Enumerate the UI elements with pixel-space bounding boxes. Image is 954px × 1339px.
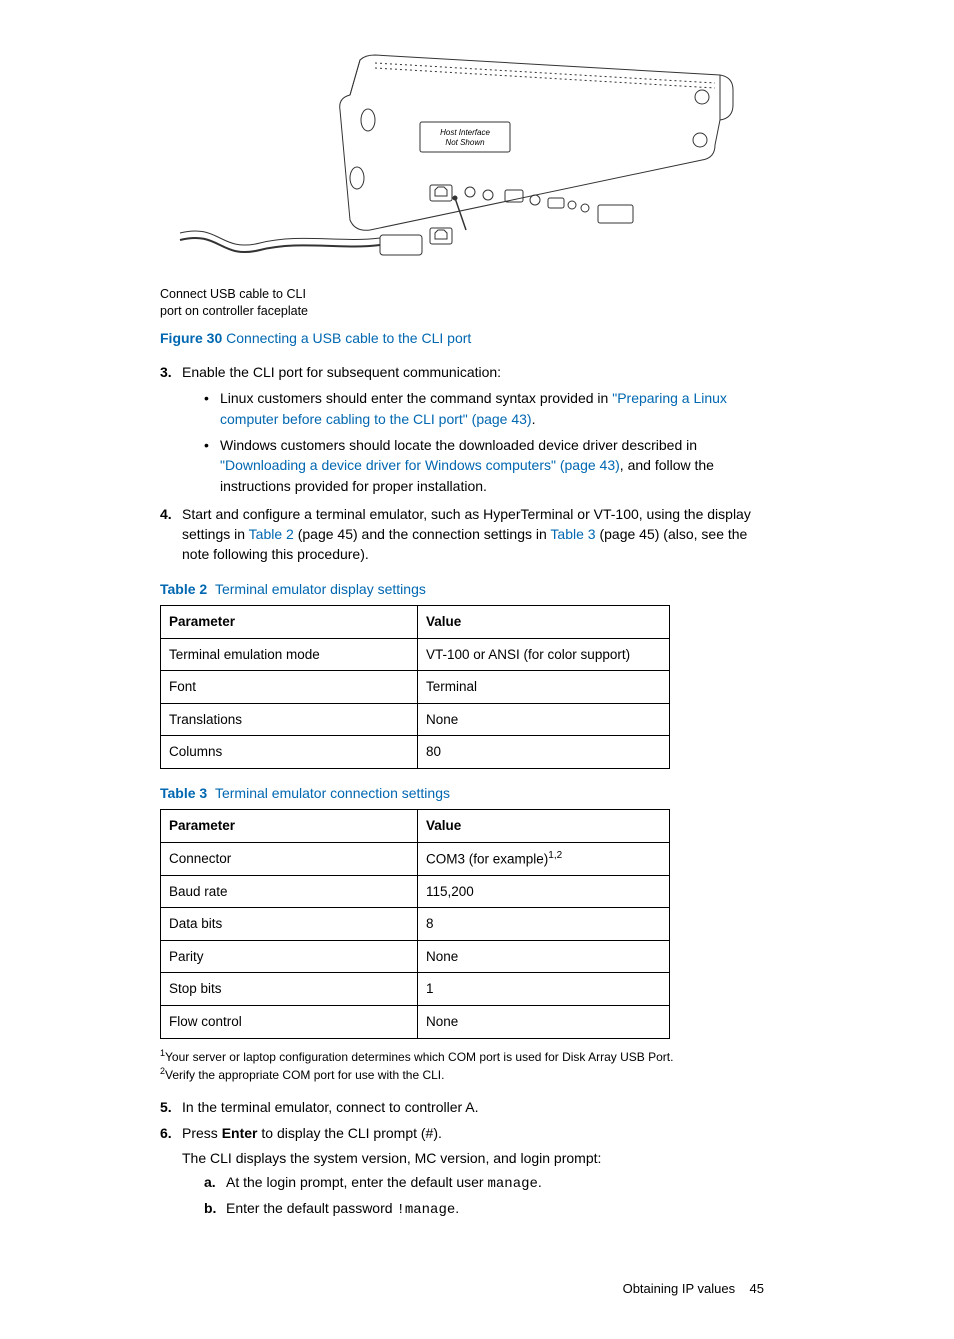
step-3-bullet-windows: Windows customers should locate the down… [204,435,774,496]
table-row: Baud rate115,200 [161,875,670,908]
table-3: ParameterValue ConnectorCOM3 (for exampl… [160,809,670,1038]
table-row: FontTerminal [161,671,670,704]
step-5: 5. In the terminal emulator, connect to … [160,1097,774,1117]
page-footer: Obtaining IP values 45 [60,1280,774,1299]
table-2-title: Table 2 Terminal emulator display settin… [160,579,774,599]
table-row: TranslationsNone [161,703,670,736]
table-2: ParameterValue Terminal emulation modeVT… [160,605,670,769]
link-table-2[interactable]: Table 2 [249,526,294,542]
step-3: 3. Enable the CLI port for subsequent co… [160,362,774,496]
fig-label-l1: Host Interface [440,128,490,137]
table-row: Columns80 [161,736,670,769]
figure-subcaption: Connect USB cable to CLI port on control… [160,286,774,320]
table-row: Terminal emulation modeVT-100 or ANSI (f… [161,638,670,671]
link-windows-driver[interactable]: "Downloading a device driver for Windows… [220,457,620,473]
step-3-bullet-linux: Linux customers should enter the command… [204,388,774,429]
figure-illustration: Host Interface Not Shown [160,50,774,280]
table-row: Data bits8 [161,908,670,941]
link-table-3[interactable]: Table 3 [550,526,595,542]
table-row: ConnectorCOM3 (for example)1,2 [161,842,670,875]
table-row: ParityNone [161,940,670,973]
table-row: Stop bits1 [161,973,670,1006]
table-3-title: Table 3 Terminal emulator connection set… [160,783,774,803]
step-6: 6. Press Enter to display the CLI prompt… [160,1123,774,1220]
fig-label-l2: Not Shown [445,138,485,147]
figure-title: Figure 30 Connecting a USB cable to the … [160,328,774,348]
step-6b: b. Enter the default password !manage. [204,1198,774,1220]
step-6a: a. At the login prompt, enter the defaul… [204,1172,774,1194]
step-4: 4. Start and configure a terminal emulat… [160,504,774,565]
table-footnotes: 1Your server or laptop configuration det… [160,1047,774,1083]
table-row: Flow controlNone [161,1006,670,1039]
